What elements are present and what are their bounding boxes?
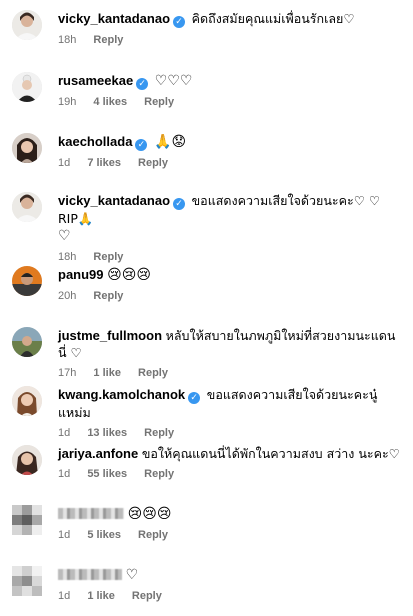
comment-text: ♡ [125, 567, 139, 583]
avatar[interactable] [12, 566, 42, 596]
avatar[interactable] [12, 386, 42, 416]
verified-badge-icon: ✓ [188, 392, 201, 404]
username[interactable]: vicky_kantadanao [58, 11, 170, 26]
verified-badge-icon: ✓ [173, 198, 186, 210]
like-count[interactable]: 5 likes [87, 529, 121, 541]
comment-time: 18h [58, 251, 77, 263]
comment-time: 17h [58, 367, 77, 379]
comment-text: ♡♡♡ [154, 73, 193, 89]
comment-text: 🙏😟 [154, 134, 187, 150]
username[interactable]: vicky_kantadanao [58, 193, 170, 208]
avatar[interactable] [12, 72, 42, 102]
comment-text-continued: ♡ [58, 228, 71, 244]
reply-button[interactable]: Reply [93, 34, 123, 46]
like-count[interactable]: 7 likes [87, 157, 121, 169]
like-count[interactable]: 13 likes [87, 427, 127, 439]
like-count[interactable]: 1 like [87, 590, 115, 602]
like-count[interactable]: 4 likes [93, 96, 127, 108]
reply-button[interactable]: Reply [138, 529, 168, 541]
avatar[interactable] [12, 133, 42, 163]
avatar[interactable] [12, 505, 42, 535]
username[interactable]: panu99 [58, 267, 104, 282]
reply-button[interactable]: Reply [144, 96, 174, 108]
verified-badge-icon: ✓ [135, 139, 148, 151]
reply-button[interactable]: Reply [132, 590, 162, 602]
reply-button[interactable]: Reply [144, 468, 174, 480]
comment-time: 19h [58, 96, 77, 108]
reply-button[interactable]: Reply [93, 290, 123, 302]
like-count[interactable]: 55 likes [87, 468, 127, 480]
avatar[interactable] [12, 266, 42, 296]
comment-time: 20h [58, 290, 77, 302]
avatar[interactable] [12, 327, 42, 357]
redacted-username [58, 569, 122, 580]
username[interactable]: justme_fullmoon [58, 328, 162, 343]
username[interactable]: rusameekae [58, 73, 133, 88]
comment-text: 😢😢😢 [127, 506, 172, 522]
comment-text: 😢😢😢 [107, 267, 151, 283]
username[interactable]: kwang.kamolchanok [58, 387, 185, 402]
comment-time: 1d [58, 468, 71, 480]
comment-time: 1d [58, 590, 71, 602]
like-count[interactable]: 1 like [93, 367, 121, 379]
comment-text: ขอให้คุณแดนนี่ได้พักในความสงบ สว่าง นะคะ… [141, 446, 400, 461]
reply-button[interactable]: Reply [144, 427, 174, 439]
verified-badge-icon: ✓ [173, 16, 186, 28]
avatar[interactable] [12, 192, 42, 222]
avatar[interactable] [12, 10, 42, 40]
reply-button[interactable]: Reply [138, 157, 168, 169]
reply-button[interactable]: Reply [93, 251, 123, 263]
comment-list: vicky_kantadanao ✓ คิดถึงสมัยคุณแม่เพื่อน… [0, 0, 413, 616]
reply-button[interactable]: Reply [138, 367, 168, 379]
verified-badge-icon: ✓ [136, 78, 149, 90]
redacted-username [58, 508, 124, 519]
username[interactable]: jariya.anfone [58, 446, 138, 461]
comment-time: 1d [58, 529, 71, 541]
comment-time: 1d [58, 427, 71, 439]
comment-time: 1d [58, 157, 71, 169]
username[interactable]: kaechollada [58, 134, 132, 149]
avatar[interactable] [12, 445, 42, 475]
comment-text: คิดถึงสมัยคุณแม่เพื่อนรักเลย♡ [191, 11, 355, 26]
comment-time: 18h [58, 34, 77, 46]
